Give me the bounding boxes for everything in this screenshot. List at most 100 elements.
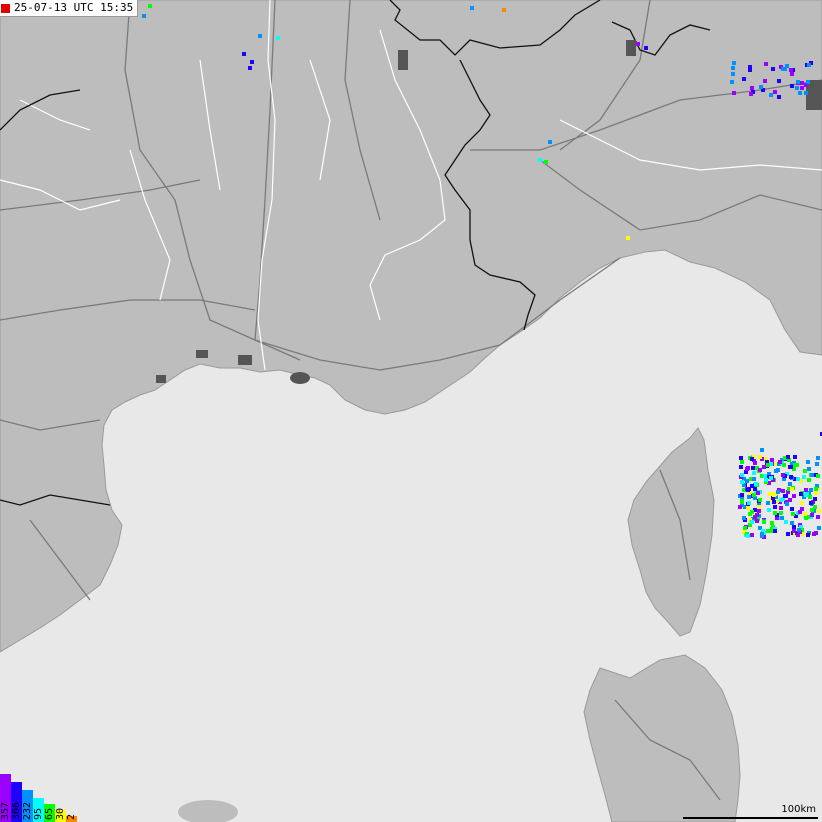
lightning-strike — [148, 4, 152, 8]
lightning-strike — [781, 489, 785, 493]
lightning-strike — [750, 533, 754, 537]
lightning-strike — [752, 471, 756, 475]
lightning-strike — [790, 84, 794, 88]
lightning-strike — [538, 158, 542, 162]
legend: 357 306 232 95 65 30 2 — [0, 774, 90, 822]
lightning-strike — [807, 467, 811, 471]
lightning-strike — [795, 463, 799, 467]
lightning-strike — [502, 8, 506, 12]
lightning-strike — [816, 456, 820, 460]
lightning-strike — [749, 92, 753, 96]
lightning-strike — [740, 493, 744, 497]
lightning-strike — [774, 469, 778, 473]
lightning-strike — [809, 488, 813, 492]
lightning-strike — [816, 474, 820, 478]
lightning-strike — [763, 474, 767, 478]
lightning-strike — [740, 460, 744, 464]
lightning-strike — [746, 488, 750, 492]
lightning-strike — [810, 513, 814, 517]
lightning-strike — [730, 80, 734, 84]
lightning-strike — [790, 72, 794, 76]
lightning-strike — [752, 477, 756, 481]
lightning-strike — [544, 160, 548, 164]
lightning-strike — [786, 532, 790, 536]
lightning-strike — [817, 526, 821, 530]
lightning-strike — [770, 458, 774, 462]
lightning-strike — [769, 93, 773, 97]
lightning-strike — [738, 505, 742, 509]
lightning-strike — [804, 516, 808, 520]
map-canvas — [0, 0, 822, 822]
lightning-strike — [809, 501, 813, 505]
lightning-strike — [789, 68, 793, 72]
lightning-strike — [276, 36, 280, 40]
lightning-strike — [770, 521, 774, 525]
lightning-strike — [802, 475, 806, 479]
lightning-strike — [142, 14, 146, 18]
lightning-strike — [773, 529, 777, 533]
lightning-strike — [773, 90, 777, 94]
lightning-strike — [777, 95, 781, 99]
lightning-strike — [799, 492, 803, 496]
lightning-strike — [776, 490, 780, 494]
lightning-strike — [782, 463, 786, 467]
lightning-strike — [753, 487, 757, 491]
legend-label-232: 232 — [22, 801, 33, 820]
lightning-strike — [742, 516, 746, 520]
lightning-strike — [752, 493, 756, 497]
lightning-strike — [742, 77, 746, 81]
lightning-strike — [740, 480, 744, 484]
lightning-strike — [750, 86, 754, 90]
lightning-strike — [743, 526, 747, 530]
lightning-strike — [789, 465, 793, 469]
lightning-map[interactable]: 25-07-13 UTC 15:35 357 306 232 95 65 30 … — [0, 0, 822, 822]
lightning-strike — [800, 501, 804, 505]
lightning-strike — [798, 510, 802, 514]
lightning-strike — [755, 519, 759, 523]
lightning-strike — [815, 462, 819, 466]
lightning-strike — [788, 498, 792, 502]
lightning-strike — [806, 460, 810, 464]
lightning-strike — [731, 66, 735, 70]
legend-label-2: 2 — [66, 813, 77, 820]
lightning-strike — [800, 81, 804, 85]
lightning-strike — [732, 91, 736, 95]
lightning-strike — [772, 500, 776, 504]
lightning-strike — [758, 468, 762, 472]
lightning-strike — [810, 473, 814, 477]
lightning-strike — [748, 65, 752, 69]
lightning-strike — [745, 479, 749, 483]
lightning-strike — [773, 511, 777, 515]
lightning-strike — [768, 492, 772, 496]
lightning-strike — [757, 509, 761, 513]
lightning-strike — [790, 487, 794, 491]
lightning-strike — [764, 478, 768, 482]
lightning-strike — [746, 506, 750, 510]
lightning-strike — [750, 520, 754, 524]
lightning-strike — [793, 455, 797, 459]
lightning-strike — [808, 495, 812, 499]
lightning-strike — [785, 502, 789, 506]
lightning-strike — [754, 482, 758, 486]
lightning-strike — [773, 505, 777, 509]
scale-label: 100km — [781, 804, 816, 815]
lightning-strike — [762, 465, 766, 469]
lightning-strike — [747, 501, 751, 505]
lightning-strike — [753, 461, 757, 465]
lightning-strike — [804, 91, 808, 95]
live-indicator-icon — [1, 3, 10, 13]
legend-label-65: 65 — [44, 807, 55, 820]
scale-line — [683, 817, 818, 819]
lightning-strike — [771, 67, 775, 71]
lightning-strike — [746, 466, 750, 470]
lightning-strike — [800, 86, 804, 90]
lightning-strike — [779, 506, 783, 510]
timestamp-text: 25-07-13 UTC 15:35 — [14, 1, 134, 14]
lightning-strike — [763, 79, 767, 83]
lightning-strike — [750, 457, 754, 461]
lightning-strike — [796, 80, 800, 84]
lightning-strike — [772, 493, 776, 497]
lightning-strike — [786, 455, 790, 459]
lightning-strike — [790, 521, 794, 525]
lightning-strike — [806, 80, 810, 84]
